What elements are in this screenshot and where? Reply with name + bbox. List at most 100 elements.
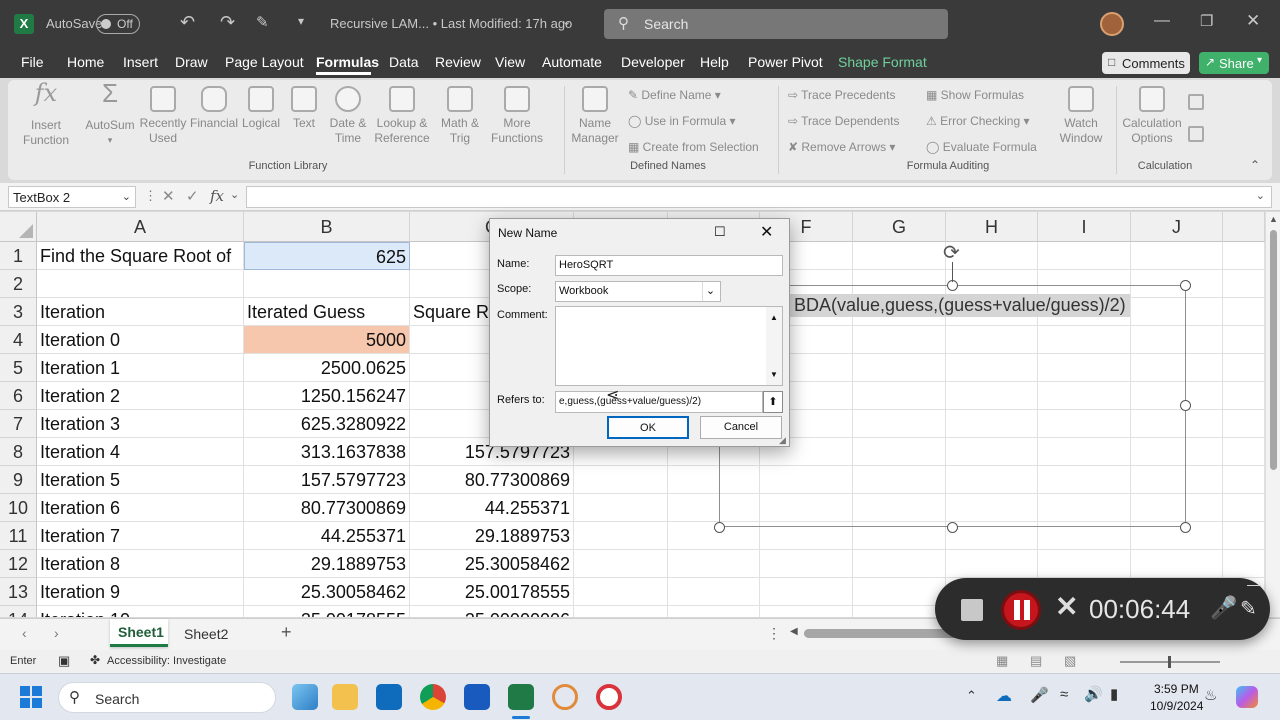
cell-a14[interactable]: Iteration 10 (37, 606, 244, 617)
comment-field[interactable]: ▲ ▼ (555, 306, 783, 386)
define-name-button[interactable]: ✎ Define Name ▾ (628, 88, 721, 102)
share-button[interactable]: ↗ Share ▾ (1199, 52, 1269, 74)
math-trig-button[interactable]: Math & Trig (436, 86, 484, 146)
cell-b1[interactable]: 625 (244, 242, 410, 270)
customize-toolbar-icon[interactable]: ▾ (298, 14, 304, 28)
empty-cell[interactable] (1038, 242, 1131, 270)
column-header-a[interactable]: A (37, 212, 244, 242)
document-title[interactable]: Recursive LAM... • Last Modified: 17h ag… (330, 16, 572, 31)
insert-function-button[interactable]: fx Insert Function (16, 81, 76, 148)
format-painter-icon[interactable]: ✎ (256, 13, 269, 31)
empty-cell[interactable] (760, 550, 853, 578)
tab-automate[interactable]: Automate (542, 54, 602, 70)
row-header-1[interactable]: 1 (0, 242, 37, 270)
cell-a10[interactable]: Iteration 6 (37, 494, 244, 522)
empty-cell[interactable] (574, 494, 668, 522)
cell-b14[interactable]: 25.00178555 (244, 606, 410, 617)
column-header-b[interactable]: B (244, 212, 410, 242)
pen-icon[interactable]: ✎ (1240, 596, 1257, 621)
remove-arrows-button[interactable]: ✘ Remove Arrows ▾ (788, 140, 895, 154)
empty-cell[interactable] (760, 606, 853, 617)
empty-cell[interactable] (853, 242, 946, 270)
row-header-7[interactable]: 7 (0, 410, 37, 438)
refers-to-field[interactable]: e,guess,(guess+value/guess)/2) (555, 391, 763, 413)
tab-insert[interactable]: Insert (123, 54, 158, 70)
row-header-4[interactable]: 4 (0, 326, 37, 354)
trace-precedents-button[interactable]: ⇨ Trace Precedents (788, 88, 895, 102)
empty-cell[interactable] (1223, 494, 1265, 522)
formula-input[interactable]: ⌄ (246, 186, 1272, 208)
sheet-tab-sheet1[interactable]: Sheet1 (110, 619, 168, 647)
scroll-tabs-left-icon[interactable]: ‹ (22, 625, 27, 641)
scroll-tabs-right-icon[interactable]: › (54, 625, 59, 641)
cancel-entry-icon[interactable]: ✕ (162, 187, 175, 205)
scroll-left-icon[interactable]: ◀ (790, 626, 798, 637)
row-header-14[interactable]: 14 (0, 606, 37, 617)
microphone-icon[interactable]: 🎤 (1210, 595, 1237, 621)
empty-cell[interactable] (1223, 382, 1265, 410)
empty-cell[interactable] (1131, 550, 1223, 578)
scope-select[interactable]: Workbook ⌄ (555, 281, 721, 302)
logical-button[interactable]: Logical (240, 86, 282, 131)
taskbar-search[interactable]: ⚲ Search (58, 682, 276, 713)
undo-icon[interactable]: ↶ (180, 12, 195, 33)
tab-home[interactable]: Home (67, 54, 104, 70)
cell-a3[interactable]: Iteration (37, 298, 244, 326)
tab-formulas[interactable]: Formulas (316, 54, 379, 70)
scroll-up-icon[interactable]: ▲ (1269, 214, 1278, 224)
cell-a11[interactable]: Iteration 7 (37, 522, 244, 550)
cell-b5[interactable]: 2500.0625 (244, 354, 410, 382)
empty-cell[interactable] (946, 550, 1038, 578)
cell-a2[interactable] (37, 270, 244, 298)
zoom-slider[interactable] (1120, 656, 1220, 668)
tab-help[interactable]: Help (700, 54, 729, 70)
empty-cell[interactable] (668, 606, 760, 617)
app-swirl-icon[interactable] (552, 684, 578, 710)
date-time-button[interactable]: Date & Time (326, 86, 370, 146)
cell-c13[interactable]: 25.00178555 (410, 578, 574, 606)
tab-draw[interactable]: Draw (175, 54, 208, 70)
trace-dependents-button[interactable]: ⇨ Trace Dependents (788, 114, 899, 128)
insert-function-fx-icon[interactable]: fx (210, 187, 224, 205)
cell-a7[interactable]: Iteration 3 (37, 410, 244, 438)
cell-a6[interactable]: Iteration 2 (37, 382, 244, 410)
cell-a1[interactable]: Find the Square Root of (37, 242, 244, 270)
autosave-toggle[interactable]: Off (96, 14, 140, 34)
accessibility-icon[interactable]: ✤ (90, 653, 100, 667)
excel-taskbar-icon[interactable] (508, 684, 534, 710)
empty-cell[interactable] (574, 550, 668, 578)
empty-cell[interactable] (1038, 550, 1131, 578)
empty-cell[interactable] (574, 606, 668, 617)
cell-b6[interactable]: 1250.156247 (244, 382, 410, 410)
show-hidden-icons-icon[interactable]: ⌃ (966, 688, 977, 704)
normal-view-icon[interactable]: ▦ (996, 653, 1008, 669)
resize-handle-bottom-middle[interactable] (947, 522, 958, 533)
windows-start-icon[interactable] (20, 686, 42, 708)
error-checking-button[interactable]: ⚠ Error Checking ▾ (926, 114, 1029, 128)
tab-review[interactable]: Review (435, 54, 481, 70)
more-functions-button[interactable]: More Functions (486, 86, 548, 146)
accessibility-status[interactable]: Accessibility: Investigate (107, 655, 226, 667)
outlook-icon[interactable] (376, 684, 402, 710)
recently-used-button[interactable]: Recently Used (138, 86, 188, 146)
dialog-maximize-icon[interactable]: ☐ (714, 224, 726, 240)
cell-b8[interactable]: 313.1637838 (244, 438, 410, 466)
row-header-8[interactable]: 8 (0, 438, 37, 466)
row-header-11[interactable]: 11 (0, 522, 37, 550)
user-avatar[interactable] (1100, 12, 1124, 36)
watch-window-button[interactable]: Watch Window (1054, 86, 1108, 146)
redo-icon[interactable]: ↷ (220, 12, 235, 33)
empty-cell[interactable] (574, 522, 668, 550)
confirm-entry-icon[interactable]: ✓ (186, 187, 199, 205)
comments-button[interactable]: □ Comments (1102, 52, 1190, 74)
cell-b10[interactable]: 80.77300869 (244, 494, 410, 522)
tab-options-icon[interactable]: ⋮ (767, 625, 781, 642)
empty-cell[interactable] (1223, 438, 1265, 466)
copilot-icon[interactable] (1236, 686, 1258, 708)
empty-cell[interactable] (1223, 354, 1265, 382)
cell-b7[interactable]: 625.3280922 (244, 410, 410, 438)
textbox-text[interactable]: BDA(value,guess,(guess+value/guess)/2) (790, 294, 1130, 317)
create-from-selection-button[interactable]: ▦ Create from Selection (628, 140, 759, 154)
cell-a5[interactable]: Iteration 1 (37, 354, 244, 382)
screen-recorder-icon[interactable] (596, 684, 622, 710)
